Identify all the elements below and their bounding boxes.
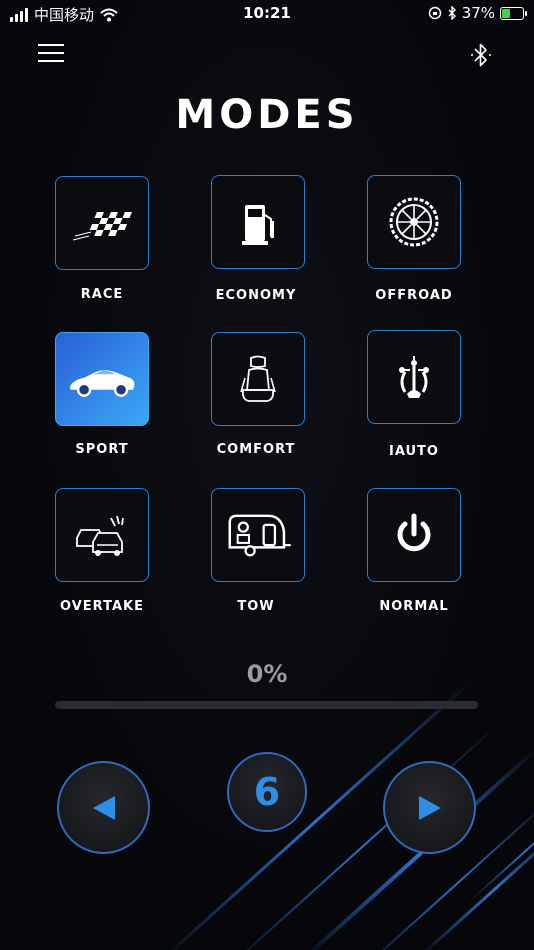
mode-overtake-button[interactable] <box>55 488 149 582</box>
mode-tow-label: TOW <box>237 599 275 614</box>
orientation-lock-icon <box>428 6 441 20</box>
triangle-left-icon <box>92 795 115 820</box>
circuit-tree-icon <box>399 356 429 398</box>
sports-car-icon <box>69 370 135 397</box>
level-indicator: 6 <box>227 752 307 832</box>
progress-percent: 0% <box>246 660 288 688</box>
app-screen: 中国移动 10:21 37% MODES RACE ECONOMY OFFROA… <box>0 0 534 950</box>
bluetooth-button[interactable] <box>466 40 496 70</box>
battery-percent: 37% <box>461 4 495 22</box>
menu-button[interactable] <box>38 44 64 64</box>
mode-sport-label: SPORT <box>75 442 129 457</box>
camper-trailer-icon <box>228 514 291 557</box>
mode-sport-button[interactable] <box>55 332 149 426</box>
level-number: 6 <box>253 770 281 814</box>
status-bar: 中国移动 10:21 37% <box>0 0 534 28</box>
mode-economy-button[interactable] <box>211 175 305 269</box>
mode-race-label: RACE <box>80 287 124 302</box>
power-icon <box>397 513 431 552</box>
car-seat-icon <box>240 355 276 402</box>
mode-normal-button[interactable] <box>367 488 461 582</box>
mode-iauto-label: IAUTO <box>389 444 439 459</box>
mode-overtake-label: OVERTAKE <box>60 599 144 614</box>
status-right: 37% <box>428 4 527 22</box>
mode-normal-label: NORMAL <box>379 599 449 614</box>
mode-race-button[interactable] <box>55 176 149 270</box>
page-title: MODES <box>175 92 359 138</box>
mode-iauto-button[interactable] <box>367 330 461 424</box>
mode-economy-label: ECONOMY <box>215 288 297 303</box>
mode-offroad-label: OFFROAD <box>375 288 453 303</box>
tire-icon <box>389 197 439 247</box>
mode-offroad-button[interactable] <box>367 175 461 269</box>
previous-level-button[interactable] <box>57 761 150 854</box>
progress-bar <box>55 701 478 709</box>
hamburger-icon <box>38 44 64 46</box>
checkered-flag-icon <box>72 212 132 241</box>
battery-icon <box>500 6 527 20</box>
mode-comfort-button[interactable] <box>211 332 305 426</box>
mode-comfort-label: COMFORT <box>216 442 296 457</box>
fuel-pump-icon <box>242 205 274 245</box>
next-level-button[interactable] <box>383 761 476 854</box>
mode-tow-button[interactable] <box>211 488 305 582</box>
triangle-right-icon <box>418 795 441 820</box>
bluetooth-status-icon <box>448 6 456 20</box>
overtaking-cars-icon <box>76 515 124 556</box>
